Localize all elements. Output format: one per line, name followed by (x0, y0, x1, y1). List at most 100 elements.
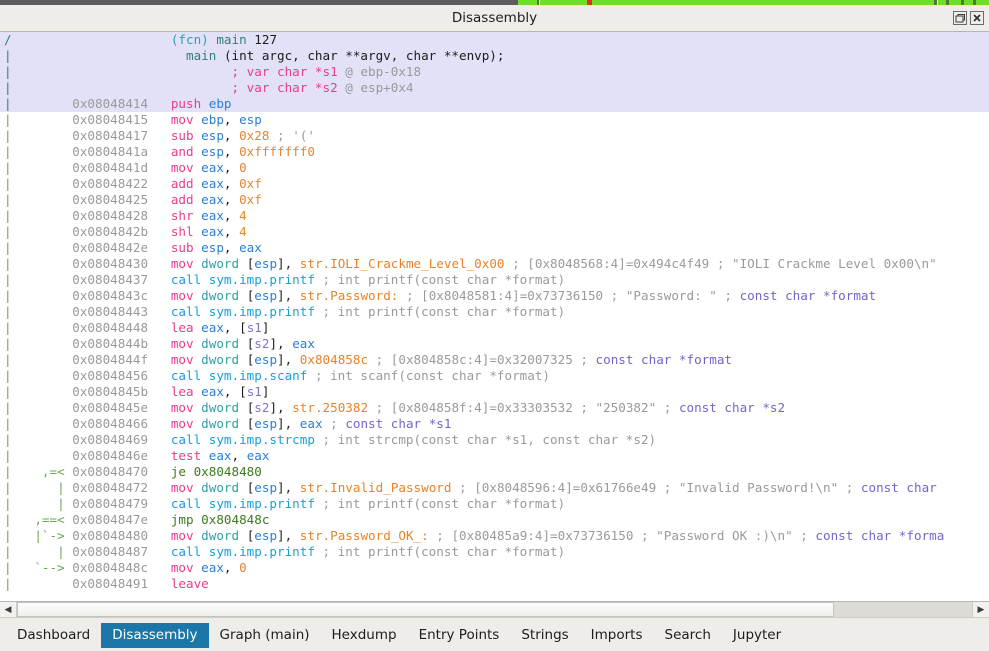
disassembly-line[interactable]: | 0x08048443 call sym.imp.printf ; int p… (0, 304, 989, 320)
instruction-address[interactable]: 0x08048466 (72, 416, 171, 431)
tab-jupyter[interactable]: Jupyter (722, 623, 792, 648)
instruction-address[interactable]: 0x0804841a (72, 144, 171, 159)
disassembly-line[interactable]: | | 0x08048479 call sym.imp.printf ; int… (0, 496, 989, 512)
disassembly-line[interactable]: | 0x08048417 sub esp, 0x28 ; '(' (0, 128, 989, 144)
instruction-address[interactable]: 0x0804843c (72, 288, 171, 303)
disassembly-line[interactable]: | 0x08048422 add eax, 0xf (0, 176, 989, 192)
disassembly-listing[interactable]: / (fcn) main 127 | main (int argc, char *… (0, 32, 989, 592)
disassembly-line[interactable]: | main (int argc, char **argv, char **en… (0, 48, 989, 64)
tab-imports[interactable]: Imports (580, 623, 654, 648)
disassembly-line[interactable]: | 0x08048414 push ebp (0, 96, 989, 112)
scroll-right-icon[interactable]: ▶ (972, 602, 989, 617)
instruction-address[interactable]: 0x08048448 (72, 320, 171, 335)
instruction-address[interactable]: 0x0804842e (72, 240, 171, 255)
code-token-call: sym.imp.printf (208, 496, 315, 511)
tab-disassembly[interactable]: Disassembly (101, 622, 209, 648)
instruction-address[interactable]: 0x08048422 (72, 176, 171, 191)
instruction-address[interactable]: 0x08048456 (72, 368, 171, 383)
disassembly-line[interactable]: | 0x0804844b mov dword [s2], eax (0, 336, 989, 352)
tab-dashboard[interactable]: Dashboard (6, 623, 101, 648)
disassembly-line[interactable]: | 0x0804843c mov dword [esp], str.Passwo… (0, 288, 989, 304)
disassembly-line[interactable]: | |`-> 0x08048480 mov dword [esp], str.P… (0, 528, 989, 544)
instruction-address[interactable]: 0x0804847e (72, 512, 171, 527)
tab-entry-points[interactable]: Entry Points (408, 623, 511, 648)
disassembly-line[interactable]: | 0x08048425 add eax, 0xf (0, 192, 989, 208)
disassembly-line[interactable]: | 0x0804841d mov eax, 0 (0, 160, 989, 176)
disassembly-line[interactable]: | 0x08048430 mov dword [esp], str.IOLI_C… (0, 256, 989, 272)
scrollbar-track[interactable] (17, 602, 972, 617)
instruction-address[interactable]: 0x08048472 (72, 480, 171, 495)
instruction-address[interactable] (72, 64, 171, 79)
instruction-address[interactable]: 0x0804842b (72, 224, 171, 239)
instruction-address[interactable]: 0x08048415 (72, 112, 171, 127)
instruction-address[interactable]: 0x0804845e (72, 400, 171, 415)
disassembly-line[interactable]: | | 0x08048487 call sym.imp.printf ; int… (0, 544, 989, 560)
disassembly-line[interactable]: | ; var char *s2 @ esp+0x4 (0, 80, 989, 96)
code-token-plain: (int argc, char **argv, char **envp); (223, 48, 505, 63)
instruction-address[interactable]: 0x08048414 (72, 96, 171, 111)
disassembly-line[interactable]: | ,==< 0x0804847e jmp 0x804848c (0, 512, 989, 528)
instruction-address[interactable]: 0x0804844f (72, 352, 171, 367)
close-icon[interactable] (970, 11, 984, 25)
code-token-sp (239, 400, 247, 415)
disassembly-line[interactable]: / (fcn) main 127 (0, 32, 989, 48)
instruction-address[interactable]: 0x08048480 (72, 528, 171, 543)
disassembly-line[interactable]: | `--> 0x0804848c mov eax, 0 (0, 560, 989, 576)
code-token-const: 0 (239, 560, 247, 575)
disassembly-line[interactable]: | 0x08048437 call sym.imp.printf ; int p… (0, 272, 989, 288)
code-token-reg: eax (201, 384, 224, 399)
tab-hexdump[interactable]: Hexdump (321, 623, 408, 648)
disassembly-line[interactable]: | 0x0804845e mov dword [s2], str.250382 … (0, 400, 989, 416)
disassembly-line[interactable]: | | 0x08048472 mov dword [esp], str.Inva… (0, 480, 989, 496)
code-token-plain: , (284, 416, 300, 431)
instruction-address[interactable]: 0x08048479 (72, 496, 171, 511)
disassembly-line[interactable]: | 0x0804846e test eax, eax (0, 448, 989, 464)
instruction-address[interactable]: 0x0804845b (72, 384, 171, 399)
tab-search[interactable]: Search (654, 623, 722, 648)
gutter-marker: | (4, 528, 20, 543)
instruction-address[interactable]: 0x0804844b (72, 336, 171, 351)
restore-icon[interactable] (953, 11, 967, 25)
disassembly-line[interactable]: | 0x08048469 call sym.imp.strcmp ; int s… (0, 432, 989, 448)
disassembly-line[interactable]: | ; var char *s1 @ ebp-0x18 (0, 64, 989, 80)
instruction-address[interactable]: 0x08048469 (72, 432, 171, 447)
instruction-address[interactable]: 0x0804841d (72, 160, 171, 175)
disassembly-line[interactable]: | ,=< 0x08048470 je 0x8048480 (0, 464, 989, 480)
horizontal-scrollbar[interactable]: ◀ ▶ (0, 601, 989, 618)
branch-arrow (19, 256, 72, 271)
disassembly-line[interactable]: | 0x0804841a and esp, 0xfffffff0 (0, 144, 989, 160)
instruction-address[interactable] (72, 48, 171, 63)
disassembly-line[interactable]: | 0x0804844f mov dword [esp], 0x804858c … (0, 352, 989, 368)
instruction-address[interactable]: 0x08048443 (72, 304, 171, 319)
instruction-address[interactable]: 0x08048487 (72, 544, 171, 559)
gutter-marker: | (4, 448, 20, 463)
instruction-address[interactable] (72, 80, 171, 95)
disassembly-line[interactable]: | 0x08048491 leave (0, 576, 989, 592)
instruction-address[interactable]: 0x08048425 (72, 192, 171, 207)
instruction-address[interactable]: 0x08048437 (72, 272, 171, 287)
code-token-reg: eax (299, 416, 323, 431)
disassembly-line[interactable]: | 0x08048466 mov dword [esp], eax ; cons… (0, 416, 989, 432)
disassembly-line[interactable]: | 0x0804845b lea eax, [s1] (0, 384, 989, 400)
disassembly-line[interactable]: | 0x0804842e sub esp, eax (0, 240, 989, 256)
instruction-address[interactable]: 0x08048491 (72, 576, 171, 591)
disassembly-line[interactable]: | 0x08048415 mov ebp, esp (0, 112, 989, 128)
instruction-address[interactable]: 0x08048470 (72, 464, 171, 479)
disassembly-line[interactable]: | 0x08048456 call sym.imp.scanf ; int sc… (0, 368, 989, 384)
tab-strings[interactable]: Strings (510, 623, 579, 648)
instruction-address[interactable]: 0x0804848c (72, 560, 171, 575)
code-token-reg: eax (201, 160, 224, 175)
disassembly-pane[interactable]: / (fcn) main 127 | main (int argc, char *… (0, 31, 989, 601)
disassembly-line[interactable]: | 0x0804842b shl eax, 4 (0, 224, 989, 240)
scroll-left-icon[interactable]: ◀ (0, 602, 17, 617)
branch-arrow (19, 144, 72, 159)
instruction-address[interactable] (72, 32, 171, 47)
scrollbar-thumb[interactable] (17, 602, 834, 617)
disassembly-line[interactable]: | 0x08048448 lea eax, [s1] (0, 320, 989, 336)
disassembly-line[interactable]: | 0x08048428 shr eax, 4 (0, 208, 989, 224)
tab-graph-main[interactable]: Graph (main) (209, 623, 321, 648)
instruction-address[interactable]: 0x08048428 (72, 208, 171, 223)
instruction-address[interactable]: 0x08048417 (72, 128, 171, 143)
instruction-address[interactable]: 0x08048430 (72, 256, 171, 271)
instruction-address[interactable]: 0x0804846e (72, 448, 171, 463)
